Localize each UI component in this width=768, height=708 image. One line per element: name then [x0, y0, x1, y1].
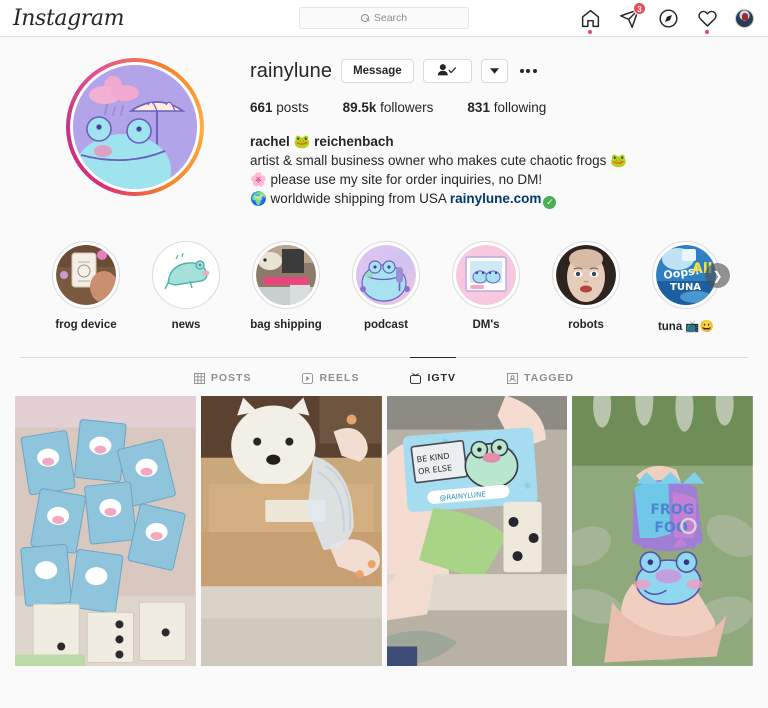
highlight-bag-shipping[interactable]: bag shipping — [248, 241, 324, 331]
tab-label: POSTS — [210, 372, 252, 384]
profile-picture-inner — [70, 62, 200, 192]
messenger-icon[interactable]: 3 — [618, 2, 646, 29]
stat-followers[interactable]: 89.5k followers — [343, 100, 434, 115]
profile-tabs-container: POSTS REELS IGTV TAGGED — [20, 357, 748, 396]
post-thumbnail[interactable]: BE KIND OR ELSE @RAINYLUNE — [386, 396, 568, 666]
tagged-person-icon — [506, 372, 518, 384]
highlight-ring — [552, 241, 620, 309]
following-button[interactable] — [422, 59, 472, 83]
highlight-cover — [156, 245, 216, 305]
highlight-ring — [252, 241, 320, 309]
reels-icon — [302, 372, 314, 384]
nav-icon-group: 3 — [579, 2, 754, 34]
highlight-label: tuna 📺😀 — [657, 321, 715, 333]
bio-shipping-text: 🌍 worldwide shipping from USA — [250, 191, 447, 206]
stat-following-label: following — [493, 100, 547, 115]
post-grid: BE KIND OR ELSE @RAINYLUNE FROG FOO — [0, 396, 768, 666]
tab-label: TAGGED — [523, 372, 575, 384]
svg-text:FROG: FROG — [651, 502, 695, 518]
highlights-next-button[interactable]: ❯ — [705, 263, 730, 288]
bio-line-1: artist & small business owner who makes … — [250, 153, 627, 168]
profile-picture-story-ring[interactable] — [66, 58, 204, 196]
highlight-ring — [352, 241, 420, 309]
explore-icon[interactable] — [657, 7, 679, 29]
highlight-dms[interactable]: DM's — [448, 241, 524, 331]
tab-reels[interactable]: REELS — [302, 357, 359, 396]
person-check-icon — [437, 63, 457, 80]
activity-notification-dot — [705, 30, 709, 34]
profile-avatar[interactable] — [735, 8, 754, 28]
bio-line-3: 🌍 worldwide shipping from USA rainylune.… — [250, 189, 748, 209]
highlight-cover — [556, 245, 616, 305]
tab-tagged[interactable]: TAGGED — [506, 357, 575, 396]
highlight-cover — [456, 245, 516, 305]
profile-username: rainylune — [250, 59, 333, 82]
profile-avatar-column — [20, 55, 250, 209]
more-options-icon — [526, 69, 531, 73]
highlight-ring — [152, 241, 220, 309]
highlight-label: bag shipping — [250, 319, 322, 331]
highlight-ring — [52, 241, 120, 309]
stat-posts-value: 661 — [250, 100, 273, 115]
home-notification-dot — [588, 30, 592, 34]
highlight-label: robots — [568, 319, 604, 331]
highlight-cover — [256, 245, 316, 305]
messenger-badge-count: 3 — [633, 2, 646, 15]
search-icon — [360, 13, 370, 23]
message-button[interactable]: Message — [341, 59, 414, 83]
highlight-robots[interactable]: robots — [548, 241, 624, 331]
profile-info-column: rainylune Message 661 posts 89.5k follow… — [250, 55, 748, 209]
profile-header: rainylune Message 661 posts 89.5k follow… — [20, 37, 748, 219]
highlight-label: podcast — [363, 319, 409, 331]
highlight-frog-device[interactable]: frog device — [48, 241, 124, 331]
grid-icon — [193, 372, 205, 384]
search-container: Search — [299, 7, 469, 29]
profile-stats: 661 posts 89.5k followers 831 following — [250, 100, 748, 115]
highlight-podcast[interactable]: podcast — [348, 241, 424, 331]
profile-page: rainylune Message 661 posts 89.5k follow… — [0, 37, 768, 396]
highlight-news[interactable]: news — [148, 241, 224, 331]
profile-bio: rachel 🐸 reichenbach artist & small busi… — [250, 132, 748, 209]
tab-label: REELS — [319, 372, 360, 384]
search-placeholder: Search — [373, 12, 408, 24]
tab-igtv[interactable]: IGTV — [410, 357, 456, 396]
post-thumbnail[interactable] — [15, 396, 196, 666]
story-highlights-row: frog device news bag shipping podcast DM… — [20, 219, 748, 343]
post-thumbnail[interactable] — [200, 396, 382, 666]
bio-website-link[interactable]: rainylune.com — [450, 191, 542, 206]
profile-actions-row: rainylune Message — [250, 59, 748, 83]
more-options-button[interactable] — [517, 69, 540, 73]
post-thumbnail[interactable]: FROG FOO — [572, 396, 753, 666]
verified-link-icon: ✓ — [543, 196, 557, 209]
stat-followers-value: 89.5k — [342, 100, 377, 115]
options-dropdown-button[interactable] — [480, 59, 508, 83]
profile-picture — [73, 65, 197, 189]
stat-followers-label: followers — [380, 100, 434, 115]
highlight-ring — [452, 241, 520, 309]
instagram-logo[interactable]: Instagram — [13, 6, 124, 31]
top-navigation-bar: Instagram Search 3 — [0, 0, 768, 37]
profile-tabs: POSTS REELS IGTV TAGGED — [20, 357, 748, 396]
stat-following[interactable]: 831 following — [467, 100, 546, 115]
stat-posts: 661 posts — [250, 100, 309, 115]
igtv-icon — [410, 372, 422, 384]
stat-posts-label: posts — [276, 100, 309, 115]
activity-heart-icon[interactable] — [696, 7, 718, 34]
bio-line-2: 🌸 please use my site for order inquiries… — [250, 172, 543, 187]
highlight-cover — [56, 245, 116, 305]
chevron-right-icon: ❯ — [712, 268, 723, 283]
stat-following-value: 831 — [467, 100, 490, 115]
highlight-label: frog device — [55, 319, 117, 331]
chevron-down-icon — [489, 65, 499, 77]
highlight-label: DM's — [472, 319, 500, 331]
highlight-cover — [356, 245, 416, 305]
search-input[interactable]: Search — [299, 7, 469, 29]
bio-display-name: rachel 🐸 reichenbach — [250, 134, 394, 149]
highlight-label: news — [171, 319, 201, 331]
more-options-icon — [519, 69, 524, 73]
more-options-icon — [532, 69, 537, 73]
home-icon[interactable] — [579, 7, 601, 34]
tab-label: IGTV — [427, 372, 456, 384]
tab-posts[interactable]: POSTS — [193, 357, 252, 396]
